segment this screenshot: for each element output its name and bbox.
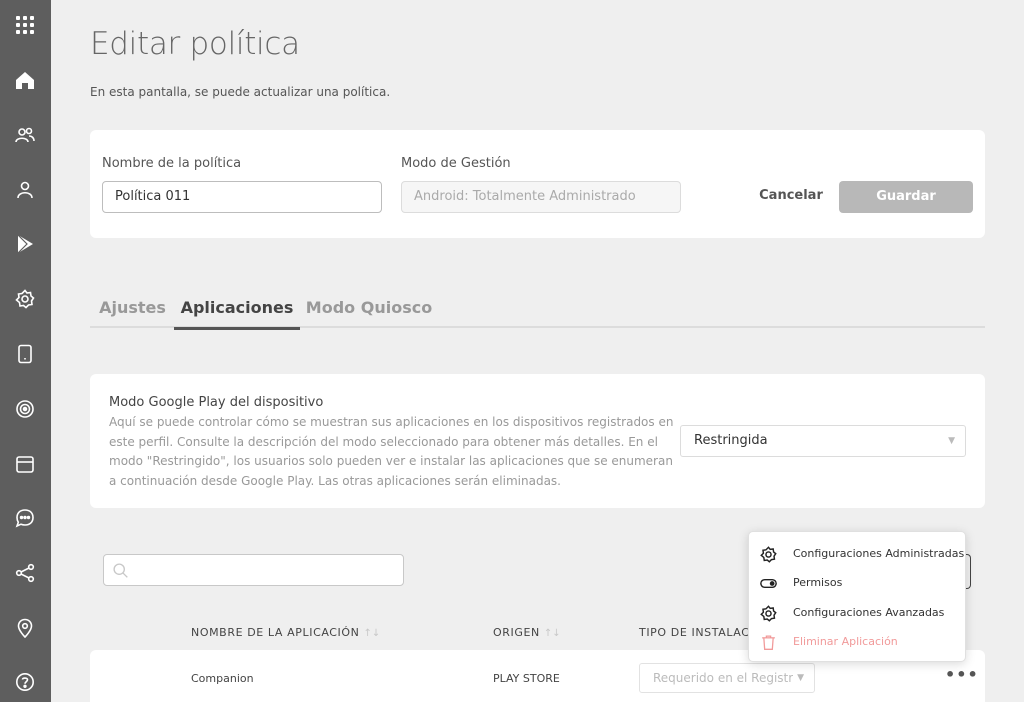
chevron-down-icon: ▼ [948, 436, 955, 446]
radar-icon[interactable] [12, 396, 38, 422]
users-icon[interactable] [12, 122, 38, 148]
more-options-button[interactable]: ••• [945, 667, 978, 688]
apps-grid-icon[interactable] [12, 12, 38, 38]
menu-item-label: Configuraciones Administradas [793, 547, 965, 560]
menu-item-advanced-configurations[interactable]: Configuraciones Avanzadas [749, 599, 967, 627]
page-title: Editar política [90, 26, 300, 62]
page-subtitle: En esta pantalla, se puede actualizar un… [90, 85, 391, 99]
menu-item-managed-configurations[interactable]: Configuraciones Administradas [749, 540, 967, 568]
management-mode-input: Android: Totalmente Administrado [401, 181, 681, 213]
column-header-install-type-label: TIPO DE INSTALACI [639, 626, 754, 639]
gear-icon [760, 546, 777, 563]
search-input[interactable] [103, 554, 404, 586]
chat-icon[interactable] [12, 505, 38, 531]
install-type-select[interactable]: Requerido en el Registro ▼ [639, 663, 815, 693]
install-type-value: Requerido en el Registro [653, 671, 801, 685]
app-origin-cell: PLAY STORE [493, 672, 560, 685]
tab-modo-quiosco[interactable]: Modo Quiosco [304, 298, 434, 328]
main-content: Editar política En esta pantalla, se pue… [51, 0, 1024, 702]
management-mode-label: Modo de Gestión [401, 156, 511, 171]
play-mode-title: Modo Google Play del dispositivo [109, 395, 324, 410]
sort-icon: ↑↓ [363, 628, 381, 639]
column-header-origin-label: ORIGEN [493, 626, 540, 639]
column-header-name[interactable]: NOMBRE DE LA APLICACIÓN ↑↓ [191, 626, 380, 639]
sort-icon: ↑↓ [543, 628, 561, 639]
column-header-origin[interactable]: ORIGEN ↑↓ [493, 626, 561, 639]
tab-ajustes[interactable]: Ajustes [90, 298, 175, 328]
toggle-icon [760, 578, 777, 589]
policy-header-card: Nombre de la política Política 011 Modo … [90, 130, 985, 238]
calendar-icon[interactable] [12, 451, 38, 477]
column-header-install-type[interactable]: TIPO DE INSTALACI [639, 626, 753, 639]
menu-item-label: Configuraciones Avanzadas [793, 606, 945, 619]
app-name-cell: Companion [191, 672, 254, 685]
row-actions-menu: Configuraciones Administradas Permisos C… [748, 531, 966, 662]
column-header-name-label: NOMBRE DE LA APLICACIÓN [191, 626, 360, 639]
user-icon[interactable] [12, 177, 38, 203]
policy-name-label: Nombre de la política [102, 156, 242, 171]
tab-bar: Ajustes Aplicaciones Modo Quiosco [90, 290, 985, 330]
tab-aplicaciones[interactable]: Aplicaciones [174, 298, 300, 330]
cancel-button[interactable]: Cancelar [758, 181, 824, 211]
menu-item-label: Eliminar Aplicación [793, 635, 898, 648]
policy-name-input[interactable]: Política 011 [102, 181, 382, 213]
menu-item-delete-application[interactable]: Eliminar Aplicación [749, 628, 967, 656]
save-button[interactable]: Guardar [839, 181, 973, 213]
gear-icon [760, 605, 777, 622]
gear-icon[interactable] [12, 286, 38, 312]
help-icon[interactable] [12, 669, 38, 695]
play-mode-description: Aquí se puede controlar cómo se muestran… [109, 415, 674, 488]
play-mode-selected-value: Restringida [694, 433, 768, 448]
search-icon [113, 563, 128, 578]
device-icon[interactable] [12, 341, 38, 367]
home-icon[interactable] [12, 67, 38, 93]
trash-icon [762, 635, 775, 650]
location-pin-icon[interactable] [12, 615, 38, 641]
sidebar [0, 0, 51, 702]
share-icon[interactable] [12, 560, 38, 586]
menu-item-permissions[interactable]: Permisos [749, 569, 967, 597]
play-mode-card: Modo Google Play del dispositivo Aquí se… [90, 374, 985, 508]
chevron-down-icon: ▼ [793, 664, 804, 692]
play-store-icon[interactable] [12, 231, 38, 257]
menu-item-label: Permisos [793, 576, 843, 589]
play-mode-select[interactable]: Restringida ▼ [680, 425, 966, 457]
